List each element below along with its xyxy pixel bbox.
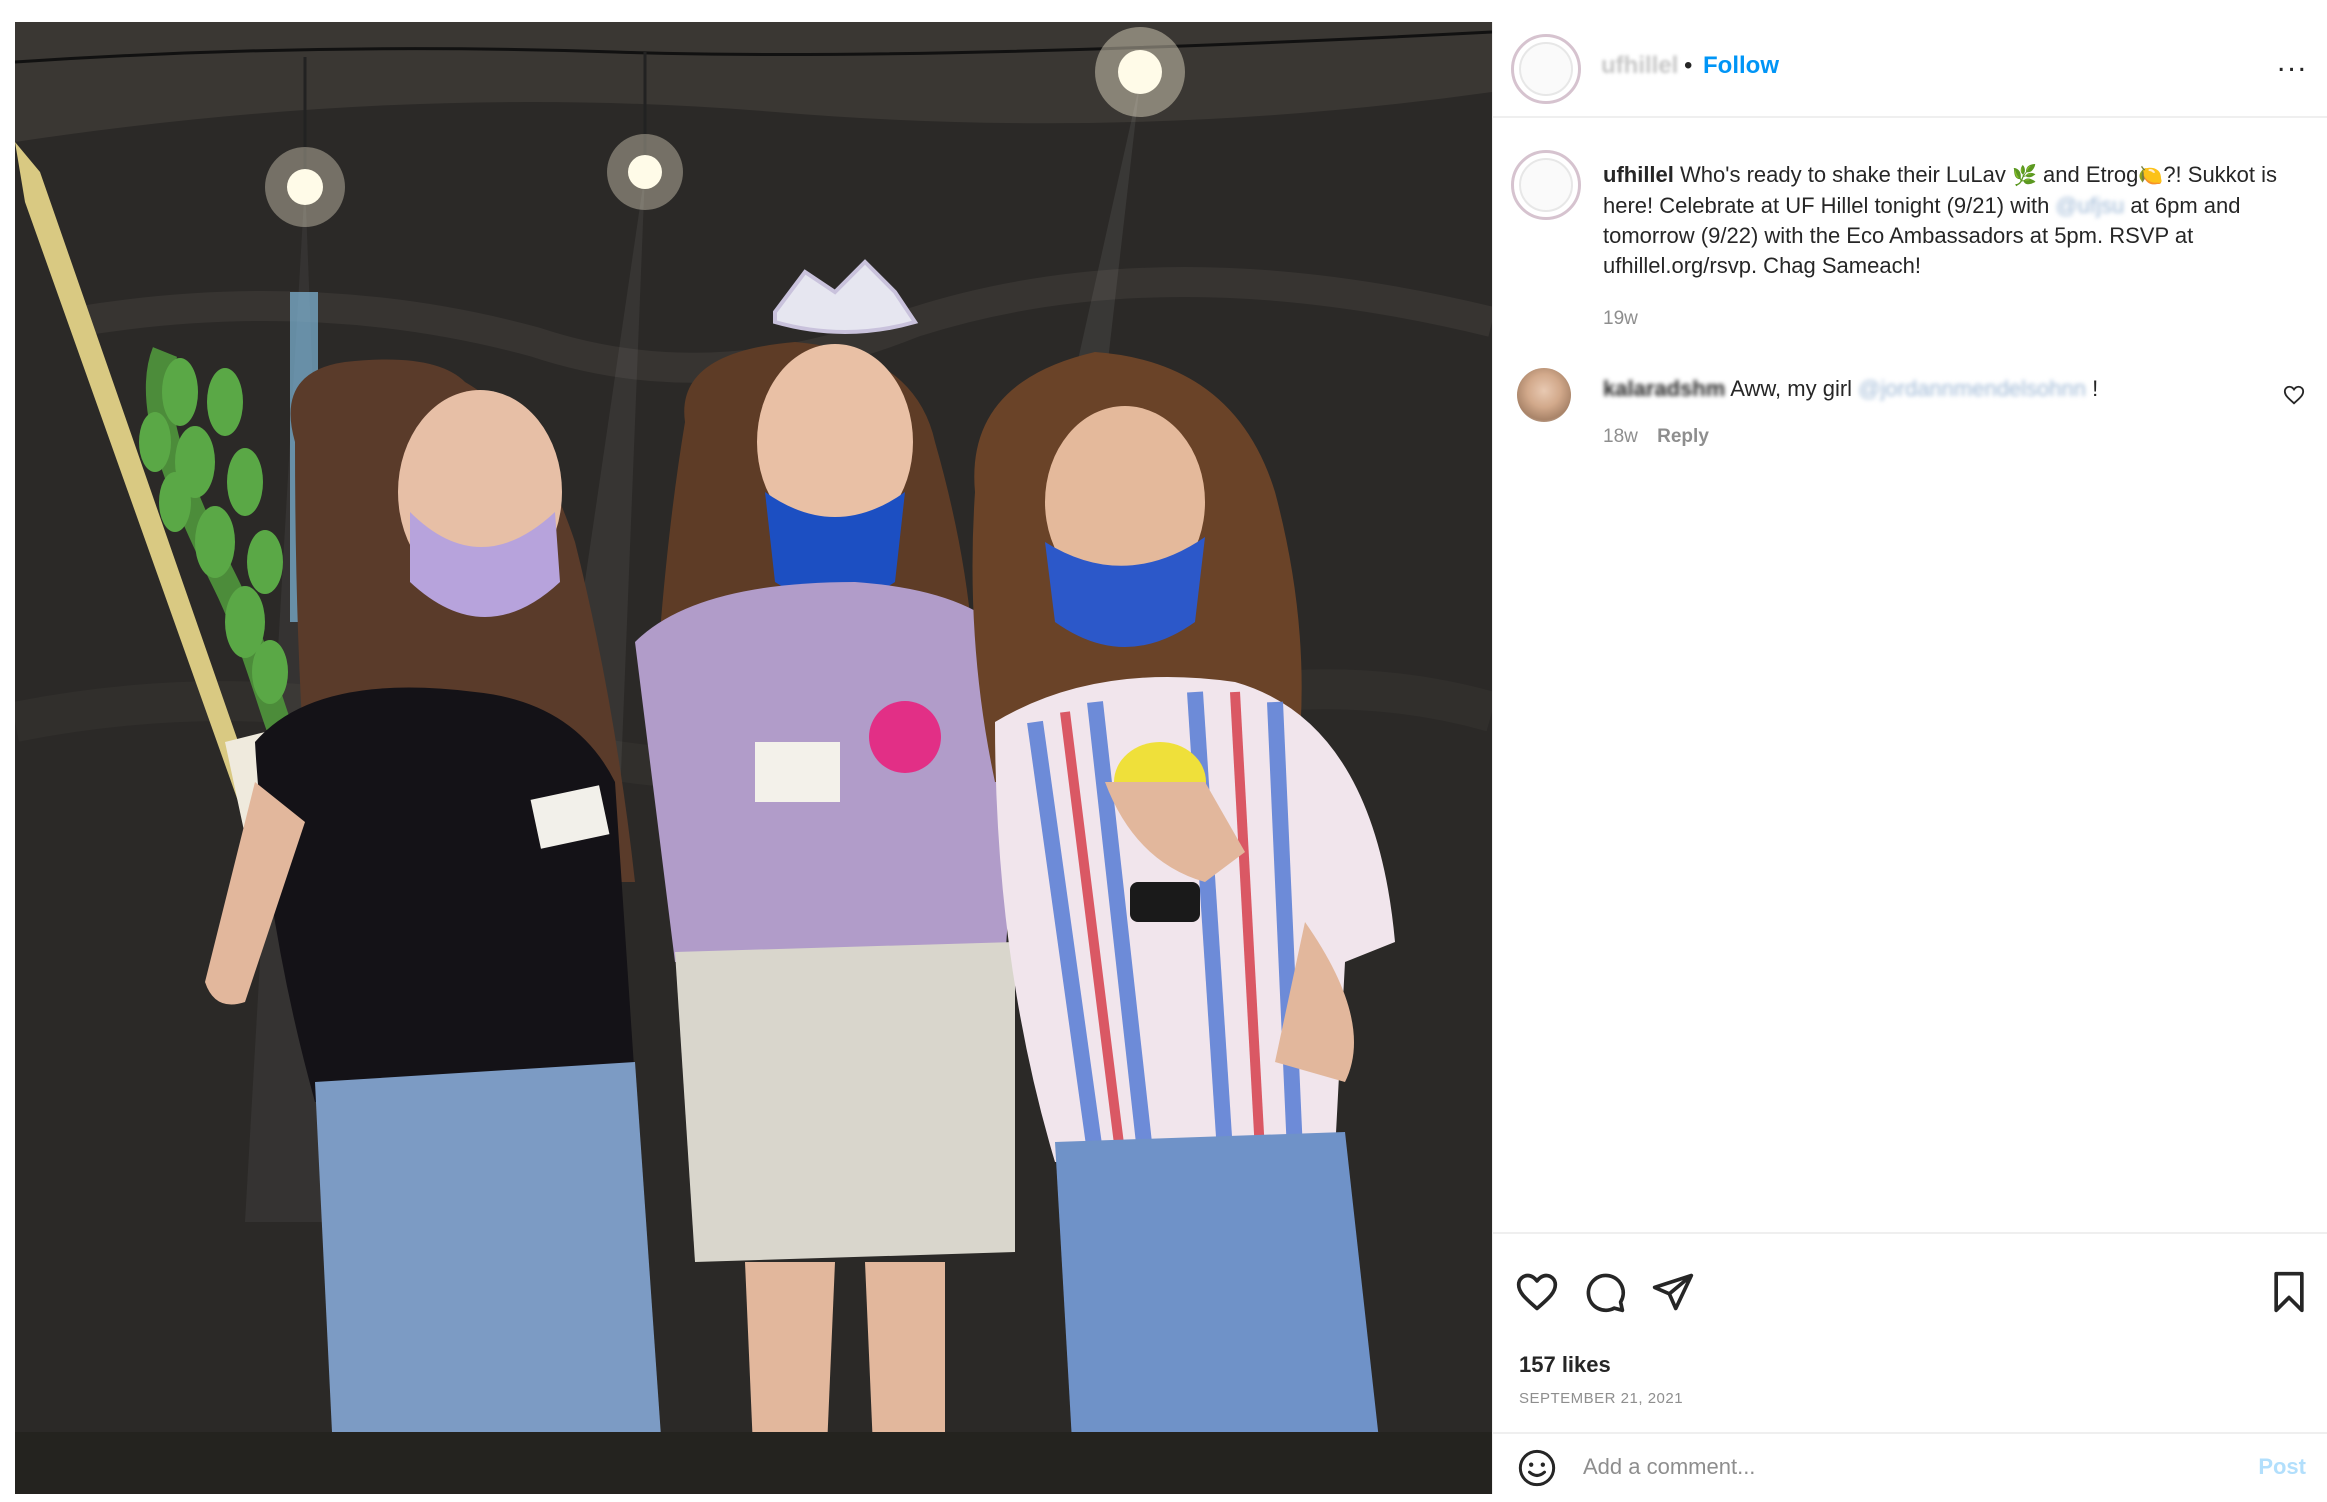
comment-text: Aww, my girl	[1730, 376, 1853, 401]
reply-button[interactable]: Reply	[1657, 426, 1709, 447]
comment-mention[interactable]: @jordannmendelsohnn	[1858, 376, 2086, 401]
share-send-icon[interactable]	[1651, 1270, 1695, 1314]
photo-illustration	[15, 22, 1492, 1494]
like-heart-icon[interactable]	[1515, 1270, 1559, 1314]
comment-avatar[interactable]	[1517, 368, 1571, 422]
lemon-emoji-icon: 🍋	[2138, 165, 2164, 187]
comment-username[interactable]: kalaradshm	[1603, 376, 1725, 401]
comment-like-heart-icon[interactable]	[2283, 384, 2305, 406]
header-username[interactable]: ufhillel	[1601, 52, 1678, 80]
add-comment-row: Post	[1493, 1432, 2327, 1494]
comment-timestamp[interactable]: 18w	[1603, 426, 1638, 447]
comment-meta: 18w Reply	[1603, 426, 1709, 448]
save-bookmark-icon[interactable]	[2267, 1270, 2311, 1314]
caption-avatar[interactable]	[1511, 150, 1581, 220]
post-header: ufhillel • Follow ...	[1493, 22, 2327, 118]
post-comment-button[interactable]: Post	[2258, 1454, 2306, 1480]
caption-timestamp[interactable]: 19w	[1603, 308, 1638, 330]
emoji-smile-icon[interactable]	[1517, 1448, 1557, 1488]
comment-bubble-icon[interactable]	[1583, 1270, 1627, 1314]
post-date[interactable]: SEPTEMBER 21, 2021	[1519, 1390, 1683, 1407]
comment: kalaradshm Aww, my girl @jordannmendelso…	[1603, 374, 2098, 404]
follow-button[interactable]: Follow	[1703, 52, 1779, 80]
separator-dot: •	[1684, 52, 1693, 79]
post-photo[interactable]	[15, 22, 1492, 1494]
likes-count[interactable]: 157 likes	[1519, 1352, 1611, 1378]
caption-username[interactable]: ufhillel	[1603, 162, 1674, 187]
comment-suffix: !	[2092, 376, 2099, 401]
post-side-panel: ufhillel • Follow ... ufhillel Who's rea…	[1492, 22, 2327, 1494]
caption-text-1: Who's ready to shake their LuLav	[1680, 162, 2006, 187]
post-caption: ufhillel Who's ready to shake their LuLa…	[1603, 160, 2313, 281]
add-comment-input[interactable]	[1583, 1450, 2183, 1484]
more-options-icon[interactable]: ...	[2277, 47, 2308, 77]
profile-avatar[interactable]	[1511, 34, 1581, 104]
caption-mention[interactable]: @ufjsu	[2055, 193, 2124, 218]
palm-emoji-icon: 🌿	[2011, 165, 2037, 187]
caption-text-2: and Etrog	[2043, 162, 2139, 187]
post-actions: 157 likes SEPTEMBER 21, 2021 Post	[1493, 1232, 2327, 1492]
